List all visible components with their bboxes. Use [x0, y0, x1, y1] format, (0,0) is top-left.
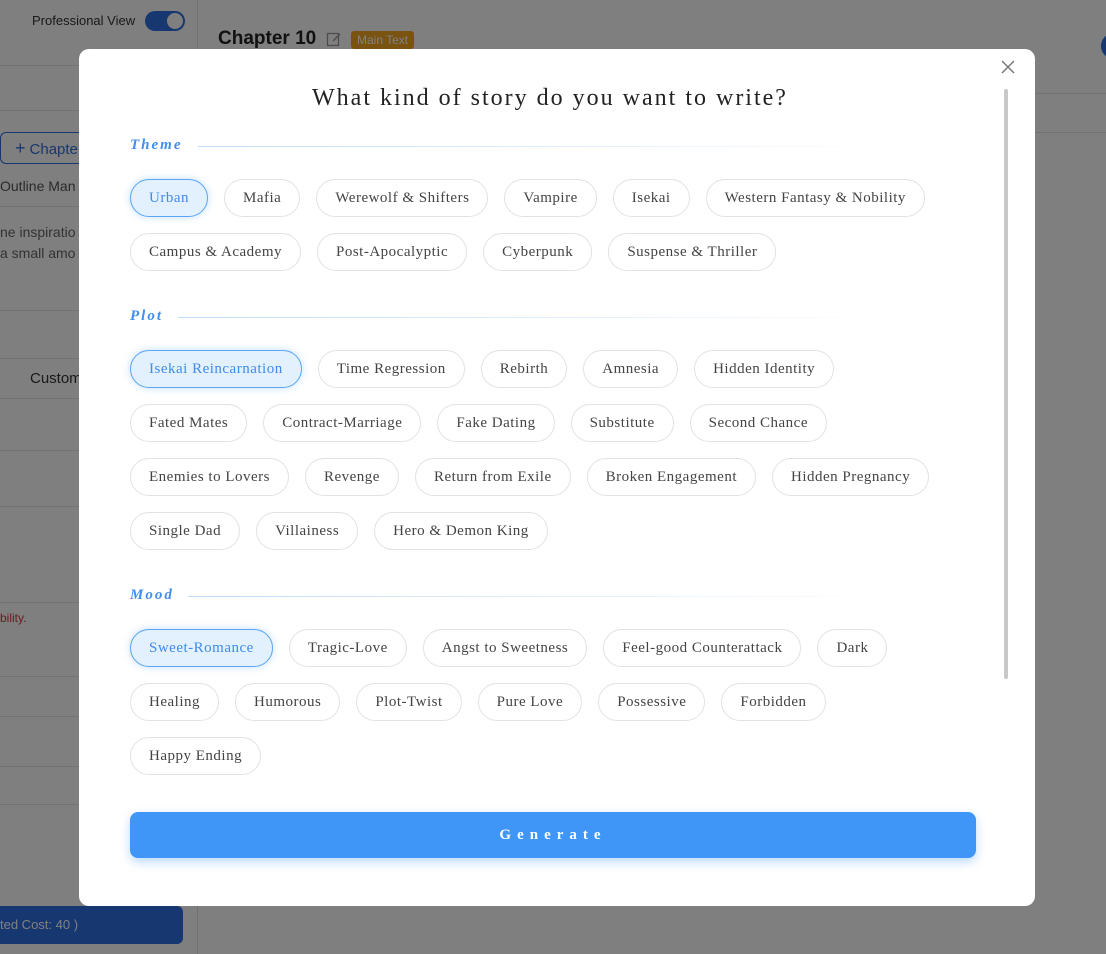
theme-tag[interactable]: Mafia [224, 179, 301, 217]
theme-section-label: Theme [130, 137, 183, 153]
plot-tag[interactable]: Enemies to Lovers [130, 458, 289, 496]
plot-tag[interactable]: Rebirth [480, 350, 568, 388]
mood-tag[interactable]: Sweet-Romance [130, 629, 273, 667]
mood-tag[interactable]: Happy Ending [130, 737, 262, 775]
modal-scrollbar[interactable] [1004, 89, 1008, 679]
plot-tag-row: Enemies to Lovers Revenge Return from Exil… [130, 458, 930, 496]
mood-tag[interactable]: Feel-good Counterattack [603, 629, 802, 667]
plot-tag[interactable]: Villainess [256, 512, 359, 550]
plot-section-header: Plot [130, 308, 890, 328]
theme-tag-row: Urban Mafia Werewolf & Shifters Vampire Isek… [130, 179, 925, 217]
section-divider [198, 146, 888, 147]
plot-tag[interactable]: Contract-Marriage [263, 404, 422, 442]
plot-tag[interactable]: Second Chance [689, 404, 827, 442]
plot-tag[interactable]: Single Dad [130, 512, 241, 550]
mood-tag-row: Sweet-Romance Tragic-Love Angst to Sweetne… [130, 629, 888, 667]
mood-section-header: Mood [130, 587, 890, 607]
theme-tag[interactable]: Suspense & Thriller [608, 233, 777, 271]
plot-tag[interactable]: Fake Dating [437, 404, 555, 442]
plot-tag[interactable]: Fated Mates [130, 404, 248, 442]
close-icon[interactable] [999, 58, 1017, 76]
plot-tag[interactable]: Amnesia [583, 350, 679, 388]
plot-tag[interactable]: Revenge [304, 458, 399, 496]
plot-tag[interactable]: Hidden Pregnancy [772, 458, 930, 496]
plot-tag[interactable]: Time Regression [317, 350, 465, 388]
modal-title: What kind of story do you want to write? [312, 85, 788, 111]
theme-tag[interactable]: Werewolf & Shifters [316, 179, 489, 217]
generate-button[interactable]: Generate [130, 812, 976, 858]
section-divider [188, 596, 888, 597]
theme-tag[interactable]: Vampire [504, 179, 597, 217]
plot-tag[interactable]: Return from Exile [414, 458, 571, 496]
plot-tag-row: Single Dad Villainess Hero & Demon King [130, 512, 548, 550]
plot-tag-row: Isekai Reincarnation Time Regression Rebir… [130, 350, 835, 388]
mood-tag[interactable]: Pure Love [477, 683, 583, 721]
theme-tag[interactable]: Urban [130, 179, 208, 217]
plot-tag[interactable]: Isekai Reincarnation [130, 350, 302, 388]
plot-tag-row: Fated Mates Contract-Marriage Fake Dating S… [130, 404, 827, 442]
mood-tag[interactable]: Angst to Sweetness [422, 629, 588, 667]
section-divider [178, 317, 888, 318]
mood-tag[interactable]: Healing [130, 683, 219, 721]
theme-tag-row: Campus & Academy Post-Apocalyptic Cyberpun… [130, 233, 777, 271]
plot-tag[interactable]: Broken Engagement [586, 458, 756, 496]
theme-tag[interactable]: Campus & Academy [130, 233, 301, 271]
mood-tag[interactable]: Tragic-Love [288, 629, 407, 667]
mood-tag-row: Happy Ending [130, 737, 262, 775]
plot-section-label: Plot [130, 308, 163, 324]
plot-tag[interactable]: Substitute [570, 404, 674, 442]
theme-section-header: Theme [130, 137, 890, 157]
mood-tag[interactable]: Possessive [598, 683, 706, 721]
theme-tag[interactable]: Isekai [612, 179, 690, 217]
mood-tag[interactable]: Plot-Twist [356, 683, 462, 721]
mood-tag[interactable]: Forbidden [721, 683, 826, 721]
story-type-modal: What kind of story do you want to write?… [79, 49, 1035, 906]
mood-tag[interactable]: Dark [817, 629, 888, 667]
theme-tag[interactable]: Post-Apocalyptic [316, 233, 468, 271]
mood-section-label: Mood [130, 587, 174, 603]
mood-tag-row: Healing Humorous Plot-Twist Pure Love Posses… [130, 683, 826, 721]
plot-tag[interactable]: Hero & Demon King [374, 512, 548, 550]
theme-tag[interactable]: Cyberpunk [483, 233, 593, 271]
plot-tag[interactable]: Hidden Identity [694, 350, 835, 388]
theme-tag[interactable]: Western Fantasy & Nobility [705, 179, 925, 217]
mood-tag[interactable]: Humorous [234, 683, 341, 721]
